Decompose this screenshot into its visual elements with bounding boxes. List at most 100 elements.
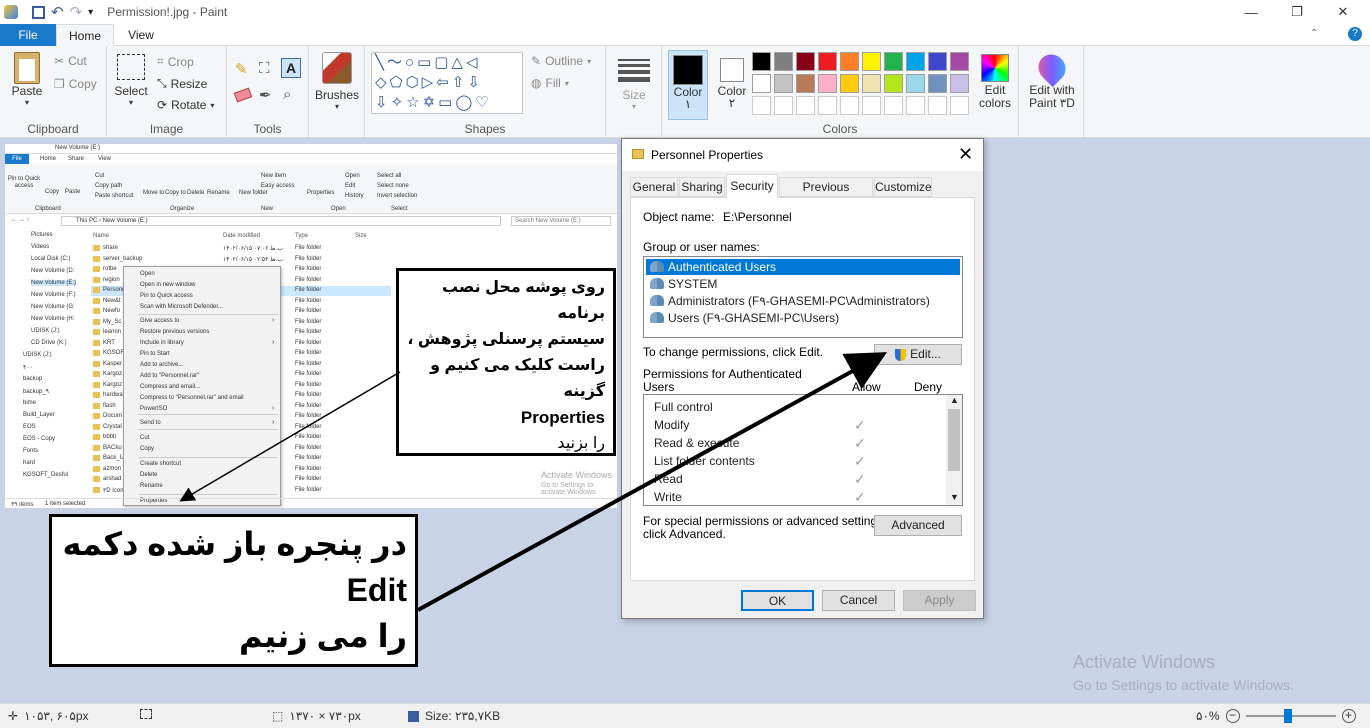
- palette-swatch-empty[interactable]: [906, 96, 925, 115]
- palette-swatch[interactable]: [906, 74, 925, 93]
- palette-swatch[interactable]: [818, 74, 837, 93]
- palette-swatch[interactable]: [840, 74, 859, 93]
- edit-colors-button[interactable]: Edit colors: [972, 54, 1018, 110]
- context-menu-item[interactable]: Create shortcut: [140, 461, 181, 467]
- size-button[interactable]: Size ▾: [614, 56, 654, 111]
- palette-swatch[interactable]: [928, 52, 947, 71]
- eraser-icon[interactable]: [233, 87, 253, 103]
- advanced-button[interactable]: Advanced: [874, 515, 962, 536]
- context-menu-item[interactable]: Send to: [140, 420, 161, 426]
- color2-button[interactable]: Color ۲: [712, 50, 752, 109]
- palette-swatch[interactable]: [752, 74, 771, 93]
- palette-swatch[interactable]: [884, 74, 903, 93]
- undo-icon[interactable]: ↶: [51, 3, 64, 21]
- context-menu-item[interactable]: Add to "Personnel.rar": [140, 373, 199, 379]
- palette-swatch[interactable]: [928, 74, 947, 93]
- palette-swatch[interactable]: [840, 52, 859, 71]
- nav-item[interactable]: UDISK (J:): [31, 328, 60, 334]
- magnifier-icon[interactable]: ⌕: [283, 86, 291, 103]
- context-menu-item[interactable]: PowerISO: [140, 406, 167, 412]
- context-menu-item[interactable]: Cut: [140, 435, 149, 441]
- user-list-item[interactable]: Users (F۹-GHASEMI-PC\Users): [646, 310, 960, 326]
- palette-swatch-empty[interactable]: [774, 96, 793, 115]
- tab-general[interactable]: General: [630, 177, 678, 197]
- palette-swatch[interactable]: [818, 52, 837, 71]
- copy-button[interactable]: ❐ Copy: [54, 77, 97, 91]
- context-menu-item[interactable]: Add to archive...: [140, 362, 183, 368]
- context-menu-item[interactable]: Open in new window: [140, 282, 195, 288]
- paste-button[interactable]: Paste ▾: [8, 52, 46, 107]
- nav-item[interactable]: Build_Layer: [23, 412, 55, 418]
- palette-swatch[interactable]: [950, 74, 969, 93]
- context-menu-item[interactable]: Copy: [140, 446, 154, 452]
- user-list-item[interactable]: SYSTEM: [646, 276, 960, 292]
- rotate-button[interactable]: ⟳ Rotate ▾: [157, 98, 214, 112]
- tab-view[interactable]: View: [118, 24, 164, 46]
- permissions-scrollbar[interactable]: ▲ ▼: [946, 395, 962, 505]
- nav-item[interactable]: UDISK (J:): [23, 352, 52, 358]
- context-menu-item[interactable]: Include in library: [140, 340, 184, 346]
- context-menu-item[interactable]: Scan with Microsoft Defender...: [140, 304, 223, 310]
- palette-swatch[interactable]: [862, 74, 881, 93]
- context-menu-item[interactable]: Compress to "Personnel.rar" and email: [140, 395, 244, 401]
- palette-swatch-empty[interactable]: [796, 96, 815, 115]
- palette-swatch-empty[interactable]: [840, 96, 859, 115]
- scroll-down-icon[interactable]: ▼: [950, 492, 959, 502]
- palette-swatch[interactable]: [950, 52, 969, 71]
- color1-button[interactable]: Color ۱: [668, 50, 708, 120]
- nav-item[interactable]: EOS: [23, 424, 36, 430]
- resize-button[interactable]: ⤡ Resize: [157, 76, 207, 91]
- fill-bucket-icon[interactable]: ⛶: [259, 60, 270, 77]
- nav-item[interactable]: backup_۹: [23, 388, 49, 395]
- palette-swatch[interactable]: [774, 74, 793, 93]
- shapes-gallery[interactable]: ╲〜○▭▢△◁ ◇⬠⬡▷⇦⇧⇩ ⇩✧☆✡▭◯♡: [371, 52, 523, 114]
- zoom-slider[interactable]: [1245, 709, 1336, 723]
- nav-item[interactable]: Pictures: [31, 232, 53, 238]
- zoom-in-icon[interactable]: +: [1341, 709, 1356, 723]
- palette-swatch[interactable]: [884, 52, 903, 71]
- save-icon[interactable]: [32, 5, 45, 19]
- dialog-close-icon[interactable]: ✕: [958, 144, 973, 165]
- zoom-out-icon[interactable]: −: [1225, 709, 1240, 723]
- customize-quick-access-icon[interactable]: ▾: [88, 7, 93, 18]
- brushes-button[interactable]: Brushes ▾: [313, 52, 361, 111]
- minimize-icon[interactable]: —: [1228, 0, 1274, 24]
- palette-swatch-empty[interactable]: [752, 96, 771, 115]
- edit-with-paint3d-button[interactable]: Edit with Paint ۳D: [1023, 48, 1081, 110]
- user-list-item[interactable]: Administrators (F۹-GHASEMI-PC\Administra…: [646, 293, 960, 309]
- palette-swatch[interactable]: [796, 52, 815, 71]
- nav-item[interactable]: New Volume (H:: [31, 316, 74, 322]
- back-arrow-icon[interactable]: ← → ↑: [11, 217, 29, 223]
- palette-swatch-empty[interactable]: [950, 96, 969, 115]
- nav-item[interactable]: ۴۰۰: [23, 364, 33, 371]
- nav-item[interactable]: bime: [23, 400, 36, 406]
- cancel-button[interactable]: Cancel: [822, 590, 895, 611]
- pencil-icon[interactable]: ✎: [235, 60, 248, 78]
- help-icon[interactable]: ?: [1348, 27, 1362, 41]
- context-menu-item[interactable]: Rename: [140, 483, 163, 489]
- zoom-slider-thumb[interactable]: [1283, 709, 1292, 723]
- nav-item[interactable]: backup: [23, 376, 42, 382]
- nav-item[interactable]: New Volume (E:): [31, 280, 77, 286]
- nav-item[interactable]: Videos: [31, 244, 49, 250]
- context-menu-item[interactable]: Pin to Quick access: [140, 293, 193, 299]
- nav-item[interactable]: EOS - Copy: [23, 436, 55, 442]
- tab-file[interactable]: File: [0, 24, 56, 46]
- palette-swatch[interactable]: [774, 52, 793, 71]
- palette-swatch[interactable]: [752, 52, 771, 71]
- nav-item[interactable]: Fonts: [23, 448, 38, 454]
- palette-swatch[interactable]: [796, 74, 815, 93]
- tab-sharing[interactable]: Sharing: [679, 177, 725, 197]
- nav-item[interactable]: KGSOFT_Desful: [23, 472, 68, 478]
- scrollbar-thumb[interactable]: [948, 409, 960, 471]
- palette-swatch-empty[interactable]: [928, 96, 947, 115]
- edit-button[interactable]: Edit...: [874, 344, 962, 365]
- table-row[interactable]: share ۱۴۰۲/۰۶/۱۵ ب.ظ ۰۷:۰۶ File folder: [91, 244, 391, 254]
- redo-icon[interactable]: ↷: [70, 3, 83, 21]
- collapse-ribbon-icon[interactable]: ⌃: [1310, 28, 1318, 39]
- close-icon[interactable]: ✕: [1320, 0, 1366, 24]
- table-row[interactable]: server_backup ۱۴۰۲/۰۶/۱۵ ب.ظ ۰۲:۵۳ File fo…: [91, 255, 391, 265]
- context-menu-item[interactable]: Delete: [140, 472, 157, 478]
- nav-item[interactable]: New Volume (D:: [31, 268, 74, 274]
- scroll-up-icon[interactable]: ▲: [950, 395, 959, 405]
